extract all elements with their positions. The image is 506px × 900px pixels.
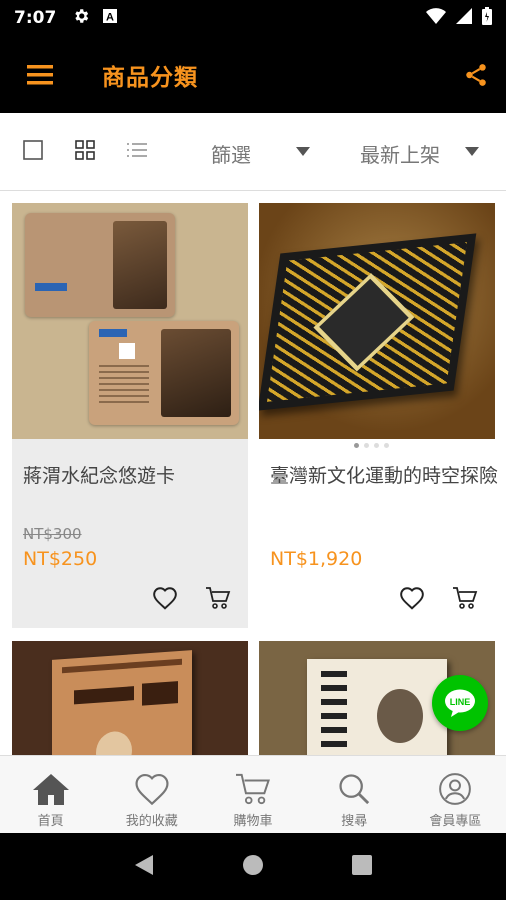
settings-gear-icon xyxy=(72,7,90,29)
search-icon xyxy=(339,774,370,805)
carousel-dot xyxy=(384,443,389,448)
home-icon xyxy=(32,774,69,805)
sort-dropdown-label[interactable]: 最新上架 xyxy=(360,139,440,168)
wifi-icon xyxy=(426,8,446,28)
nav-label: 購物車 xyxy=(233,814,273,829)
system-navigation-bar xyxy=(0,833,506,900)
product-image-book-box[interactable] xyxy=(259,203,495,439)
cart-icon xyxy=(206,587,231,609)
page-title: 商品分類 xyxy=(102,64,198,91)
product-image-book-brown[interactable] xyxy=(12,641,248,755)
product-price: NT$250 xyxy=(23,548,98,570)
single-view-button[interactable] xyxy=(23,140,43,164)
hamburger-menu-icon xyxy=(27,64,53,84)
svg-text:LINE: LINE xyxy=(450,697,471,707)
single-view-icon xyxy=(23,140,43,160)
filter-toolbar: 篩選 最新上架 xyxy=(0,113,506,191)
nav-label: 搜尋 xyxy=(341,814,368,829)
add-to-cart-button[interactable] xyxy=(452,586,478,614)
list-view-icon xyxy=(127,143,147,157)
add-to-cart-button[interactable] xyxy=(205,586,231,614)
product-image-easycard[interactable] xyxy=(12,203,248,439)
share-icon xyxy=(466,63,486,86)
notification-a-icon: A xyxy=(102,8,118,28)
grid-view-button[interactable] xyxy=(75,140,95,164)
product-name[interactable]: 臺灣新文化運動的時空探險 xyxy=(270,461,498,488)
back-button[interactable] xyxy=(133,853,155,881)
carousel-dot xyxy=(374,443,379,448)
user-icon xyxy=(439,773,472,805)
status-bar: 7:07 A xyxy=(0,0,506,36)
battery-icon xyxy=(482,7,492,29)
carousel-indicator xyxy=(354,443,389,448)
home-button[interactable] xyxy=(241,853,265,881)
svg-text:A: A xyxy=(106,12,114,24)
nav-label: 我的收藏 xyxy=(125,814,178,829)
product-price: NT$1,920 xyxy=(270,548,363,570)
nav-label: 首頁 xyxy=(37,814,64,829)
product-card[interactable] xyxy=(12,641,248,755)
line-chat-icon: LINE xyxy=(445,689,475,717)
back-triangle-icon xyxy=(135,854,153,875)
bottom-navigation: 首頁 我的收藏 購物車 搜尋 會員專區 xyxy=(0,755,506,833)
share-button[interactable] xyxy=(446,36,506,113)
app-bar: 商品分類 xyxy=(0,36,506,113)
nav-item-favorites[interactable]: 我的收藏 xyxy=(101,756,202,833)
line-chat-button[interactable]: LINE xyxy=(432,675,488,731)
carousel-dot xyxy=(364,443,369,448)
add-to-favorites-button[interactable] xyxy=(152,586,178,614)
signal-icon xyxy=(456,8,472,28)
filter-dropdown-label[interactable]: 篩選 xyxy=(211,139,251,168)
heart-icon xyxy=(135,774,169,806)
heart-icon xyxy=(400,587,424,610)
product-name[interactable]: 蔣渭水紀念悠遊卡 xyxy=(23,461,175,488)
status-time: 7:07 xyxy=(14,8,57,28)
heart-icon xyxy=(153,587,177,610)
recents-square-icon xyxy=(352,854,372,875)
nav-label: 會員專區 xyxy=(429,814,482,829)
carousel-dot xyxy=(354,443,359,448)
grid-view-icon xyxy=(75,140,95,160)
list-view-button[interactable] xyxy=(127,140,147,164)
nav-item-cart[interactable]: 購物車 xyxy=(202,756,303,833)
cart-icon xyxy=(236,773,270,805)
product-original-price: NT$300 xyxy=(23,525,82,543)
nav-item-home[interactable]: 首頁 xyxy=(0,756,101,833)
product-card[interactable]: 蔣渭水紀念悠遊卡 NT$300 NT$250 xyxy=(12,203,248,628)
filter-chevron-down-icon[interactable] xyxy=(296,147,310,156)
nav-item-member[interactable]: 會員專區 xyxy=(405,756,506,833)
recents-button[interactable] xyxy=(351,854,373,880)
menu-button[interactable] xyxy=(0,36,80,113)
product-grid: 蔣渭水紀念悠遊卡 NT$300 NT$250 臺灣新文化運動的時空探險 NT$1… xyxy=(0,191,506,755)
home-circle-icon xyxy=(243,854,263,875)
sort-chevron-down-icon[interactable] xyxy=(465,147,479,156)
nav-item-search[interactable]: 搜尋 xyxy=(304,756,405,833)
product-card[interactable]: 臺灣新文化運動的時空探險 NT$1,920 xyxy=(259,203,498,628)
add-to-favorites-button[interactable] xyxy=(399,586,425,614)
cart-icon xyxy=(453,587,478,609)
